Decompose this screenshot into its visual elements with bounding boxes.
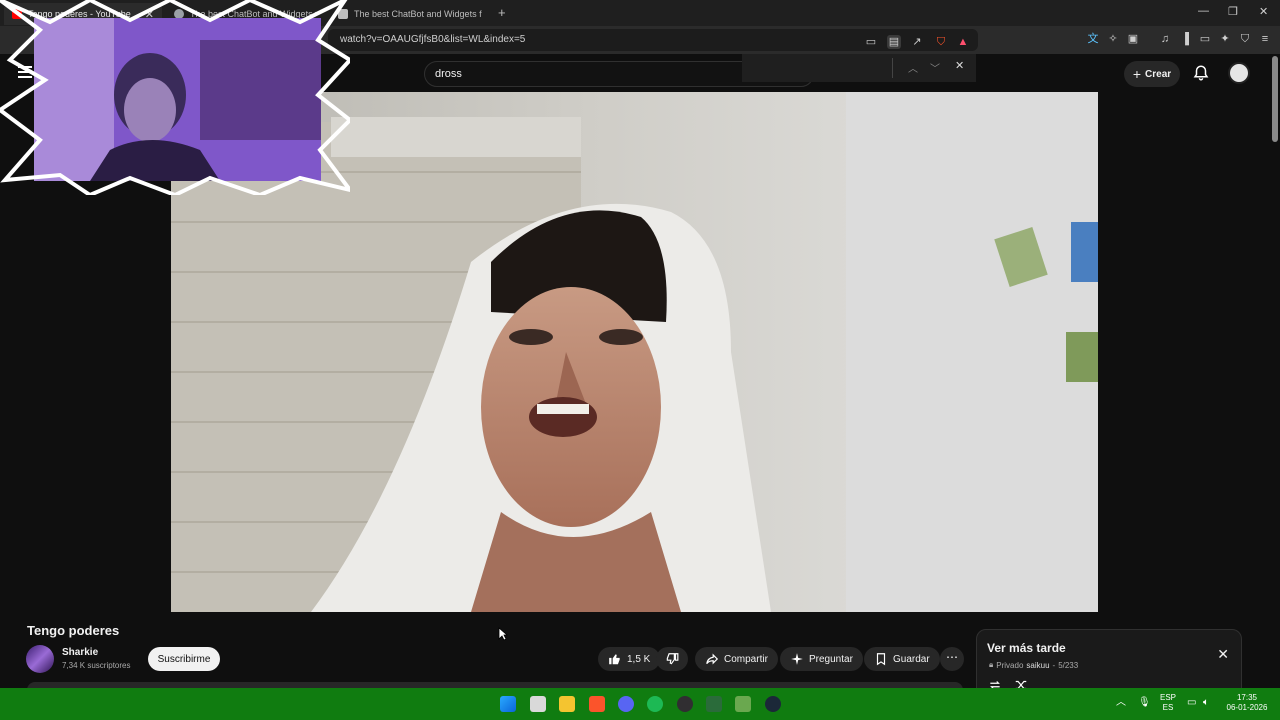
close-window-button[interactable]: ✕ (1259, 5, 1268, 18)
menu-icon[interactable]: ≡ (1258, 32, 1272, 46)
channel-avatar[interactable] (26, 645, 54, 673)
dislike-button[interactable] (656, 647, 688, 671)
playlist-owner[interactable]: saikuu (1026, 661, 1049, 670)
reader-mode-icon[interactable]: ▤ (887, 35, 901, 49)
clock-time: 17:35 (1236, 693, 1258, 702)
like-button[interactable]: 1,5 K (598, 647, 661, 671)
create-button[interactable]: + Crear (1124, 61, 1180, 87)
save-button[interactable]: Guardar (864, 647, 940, 671)
subscribe-button[interactable]: Suscribirme (148, 647, 220, 671)
create-label: Crear (1145, 68, 1172, 80)
spotify-icon[interactable] (647, 696, 663, 712)
new-tab-button[interactable]: + (498, 5, 506, 20)
tray-overflow-icon[interactable]: ︿ (1116, 698, 1126, 708)
wallet-icon[interactable]: ▭ (1198, 32, 1212, 46)
windows-start-icon[interactable] (500, 696, 516, 712)
minimize-button[interactable]: — (1198, 5, 1209, 17)
language-region: ES (1162, 703, 1174, 712)
share-arrow-icon (706, 653, 719, 665)
bookmark-icon (876, 653, 886, 666)
webcam-overlay (0, 0, 350, 195)
task-view-icon[interactable] (530, 696, 546, 712)
share-button[interactable]: Compartir (695, 647, 778, 671)
cast-icon[interactable]: ▭ (864, 35, 878, 49)
microphone-icon[interactable]: 🎙︎ (1138, 698, 1151, 708)
lock-icon: 🔒︎ (989, 660, 994, 669)
leo-ai-icon[interactable]: ✦ (1218, 32, 1232, 46)
url-field[interactable]: watch?v=OAAUGfjfsB0&list=WL&index=5 ▭ ▤ … (328, 29, 978, 51)
language-indicator[interactable]: ESP ES (1160, 693, 1176, 713)
share-icon[interactable]: ↗ (910, 35, 924, 49)
vpn-icon[interactable]: ⛉ (1238, 32, 1252, 46)
url-text: watch?v=OAAUGfjfsB0&list=WL&index=5 (340, 34, 526, 45)
language-code: ESP (1160, 693, 1177, 702)
file-explorer-icon[interactable] (559, 696, 575, 712)
bell-icon[interactable] (1192, 64, 1210, 82)
plus-icon: + (1132, 66, 1142, 82)
ask-label: Preguntar (809, 653, 853, 665)
find-next-icon[interactable]: ﹀ (930, 60, 940, 75)
playlist-position: 5/233 (1058, 660, 1079, 670)
find-in-page-bar: ︿ ﹀ ✕ (742, 54, 976, 82)
screenshot-icon[interactable]: ▣ (1126, 32, 1140, 46)
playlist-separator: - (1052, 660, 1056, 670)
save-label: Guardar (893, 653, 930, 665)
ask-button[interactable]: Preguntar (780, 647, 863, 671)
channel-name[interactable]: Sharkie (62, 647, 98, 658)
translate-icon[interactable]: 文 (1086, 32, 1100, 46)
obs-icon[interactable] (677, 696, 693, 712)
playlist-meta: 🔒︎ Privado saikuu - 5/233 (989, 660, 1078, 670)
find-close-icon[interactable]: ✕ (955, 59, 964, 72)
playlist-title[interactable]: Ver más tarde (987, 641, 1066, 655)
clock[interactable]: 17:35 06-01-2026 (1224, 693, 1270, 713)
playlist-privacy: Privado (996, 660, 1024, 670)
find-divider (892, 58, 893, 78)
video-title: Tengo poderes (27, 623, 120, 638)
steam-icon[interactable] (765, 696, 781, 712)
share-label: Compartir (724, 653, 768, 665)
close-icon[interactable]: ✕ (1217, 646, 1229, 663)
like-count: 1,5 K (627, 653, 651, 665)
music-icon[interactable]: ♫ (1158, 32, 1172, 46)
find-previous-icon[interactable]: ︿ (908, 60, 918, 75)
minecraft-icon[interactable] (735, 696, 751, 712)
windows-taskbar: ︿ 🎙︎ ESP ES ▭ 🔈︎ 17:35 06-01-2026 (0, 688, 1280, 720)
mouse-cursor-icon (498, 627, 508, 641)
page-scrollbar[interactable] (1272, 56, 1278, 142)
extensions-icon[interactable]: ✧ (1106, 32, 1120, 46)
subscriber-count: 7,34 K suscriptores (62, 661, 131, 670)
discord-icon[interactable] (618, 696, 634, 712)
sidebar-icon[interactable]: ▐ (1178, 32, 1192, 46)
search-value: dross (435, 68, 462, 80)
brave-rewards-icon[interactable]: ▲ (956, 35, 970, 49)
more-actions-button[interactable]: ⋯ (940, 647, 964, 671)
sparkle-icon (791, 653, 803, 665)
maximize-button[interactable]: ❐ (1228, 5, 1238, 18)
tab-title: The best ChatBot and Widgets for Ki (354, 9, 482, 19)
brave-browser-icon[interactable] (589, 696, 605, 712)
thumbs-up-icon (609, 654, 620, 665)
volume-icon[interactable]: 🔈︎ (1203, 698, 1209, 708)
clock-date: 06-01-2026 (1226, 703, 1268, 712)
network-icon[interactable]: ▭ (1187, 698, 1196, 708)
brave-shield-icon[interactable]: ⛉ (934, 35, 948, 49)
thumbs-down-icon (666, 653, 679, 665)
app-icon[interactable] (706, 696, 722, 712)
tab-chatbot-2[interactable]: The best ChatBot and Widgets for Ki (330, 3, 490, 25)
avatar[interactable] (1228, 62, 1250, 84)
